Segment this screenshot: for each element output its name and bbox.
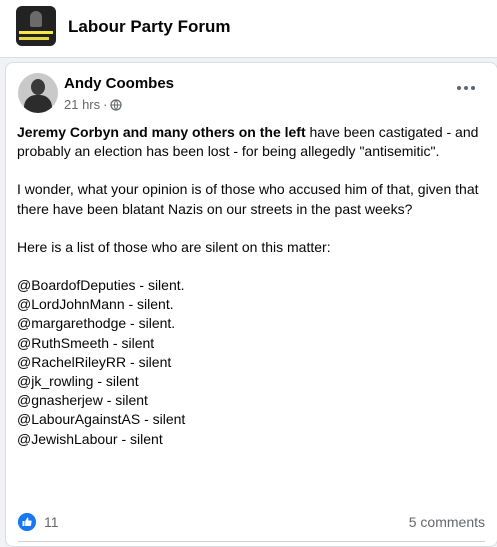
avatar-body	[24, 95, 52, 113]
like-icon[interactable]	[18, 513, 36, 531]
list-item: @jk_rowling - silent	[17, 373, 139, 390]
list-item: @RuthSmeeth - silent	[17, 334, 155, 351]
list-item: @gnasherjew - silent	[17, 392, 148, 409]
reaction-count[interactable]: 11	[44, 514, 59, 530]
group-header: Labour Party Forum	[0, 0, 497, 58]
thumbnail-caption-line	[19, 37, 49, 40]
list-item: @RachelRileyRR - silent	[17, 353, 172, 370]
author-avatar[interactable]	[18, 73, 58, 113]
more-options-icon[interactable]	[454, 81, 478, 95]
list-item: @LordJohnMann - silent.	[17, 296, 174, 313]
thumbnail-figure	[30, 11, 42, 27]
post-meta: 21 hrs ·	[64, 97, 123, 112]
post-intro-bold: Jeremy Corbyn and many others on the lef…	[17, 124, 306, 140]
post-paragraph-question: I wonder, what your opinion is of those …	[17, 181, 479, 217]
post-body: Jeremy Corbyn and many others on the lef…	[17, 123, 487, 449]
post-timestamp[interactable]: 21 hrs	[64, 97, 100, 112]
post-paragraph-list-intro: Here is a list of those who are silent o…	[17, 238, 331, 255]
author-name[interactable]: Andy Coombes	[64, 75, 174, 92]
footer-divider	[18, 541, 485, 542]
group-name[interactable]: Labour Party Forum	[68, 17, 230, 37]
list-item: @LabourAgainstAS - silent	[17, 411, 186, 428]
list-item: @margarethodge - silent.	[17, 315, 176, 332]
thumbnail-caption-line	[19, 31, 53, 34]
post-paragraph-intro: Jeremy Corbyn and many others on the lef…	[17, 123, 487, 161]
list-item: @BoardofDeputies - silent.	[17, 277, 185, 294]
globe-icon[interactable]	[110, 98, 123, 111]
post-card: Andy Coombes 21 hrs · Jeremy Corbyn and …	[5, 62, 497, 547]
comments-count[interactable]: 5 comments	[409, 514, 485, 530]
list-item: @JewishLabour - silent	[17, 430, 163, 447]
group-thumbnail[interactable]	[16, 6, 56, 46]
meta-separator: ·	[103, 97, 108, 112]
avatar-head	[31, 79, 45, 95]
